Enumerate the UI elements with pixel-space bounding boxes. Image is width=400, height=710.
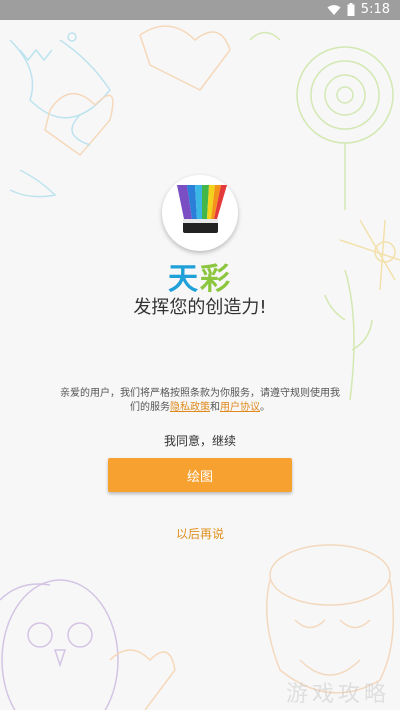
status-time: 5:18 xyxy=(360,2,390,17)
status-icons: 5:18 xyxy=(327,2,390,17)
agree-text: 我同意，继续 xyxy=(163,434,236,448)
draw-button[interactable]: 绘图 xyxy=(108,458,292,492)
user-agreement-link[interactable]: 用户协议 xyxy=(220,402,260,413)
draw-button-label: 绘图 xyxy=(186,469,213,485)
battery-icon xyxy=(347,3,355,16)
paintbrush-logo-icon xyxy=(177,185,227,233)
tagline: 发挥您的创造力! xyxy=(133,297,267,318)
notice-end: 。 xyxy=(260,402,270,413)
app-name-part1: 天 xyxy=(168,262,200,297)
app-name: 天彩 xyxy=(0,254,400,298)
later-link[interactable]: 以后再说 xyxy=(0,525,400,542)
watermark: 游戏攻略 xyxy=(285,682,390,707)
notice-conjunction: 和 xyxy=(210,402,220,413)
privacy-notice: 亲爱的用户，我们将严格按照条款为你服务，请遵守规则使用我们的服务隐私政策和用户协… xyxy=(60,387,340,415)
app-name-part2: 彩 xyxy=(200,262,232,297)
privacy-policy-link[interactable]: 隐私政策 xyxy=(170,402,210,413)
app-logo xyxy=(162,175,238,251)
wifi-icon xyxy=(327,4,341,15)
doodle-background xyxy=(0,25,400,710)
status-bar: 5:18 xyxy=(0,0,400,20)
